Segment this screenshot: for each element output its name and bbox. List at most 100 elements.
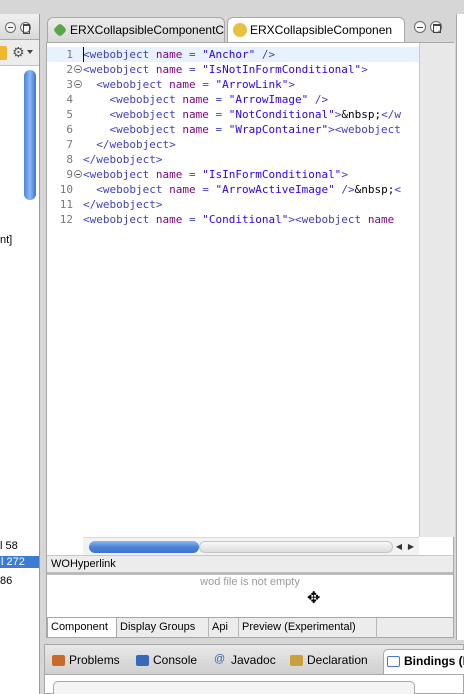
code-line[interactable]: 11 </webobject> — [47, 197, 419, 212]
code-line[interactable]: 2 <webobject name = "IsNotInFormCondition… — [47, 62, 419, 77]
line-number: 1 — [66, 48, 73, 61]
chevron-down-icon[interactable] — [27, 50, 33, 54]
tab-component[interactable]: Component — [47, 618, 117, 638]
code-line[interactable]: 8 </webobject> — [47, 152, 419, 167]
line-number: 11 — [59, 198, 73, 211]
left-fragment-text[interactable]: 86 — [0, 575, 12, 587]
maximize-icon[interactable] — [20, 22, 31, 34]
html-source-editor[interactable]: 1 <webobject name = "Anchor" /> 2 <webobjec… — [47, 43, 419, 537]
editor-tab-bar: ERXCollapsibleComponentC ERXCollapsibleC… — [44, 14, 456, 42]
line-number: 9 — [66, 168, 73, 181]
line-number: 5 — [66, 108, 73, 121]
editor-page-tabs: Component Display Groups Api Preview (Ex… — [47, 617, 453, 638]
left-fragment-text: nt] — [0, 234, 13, 246]
line-number: 8 — [66, 153, 73, 166]
code-line[interactable]: 4 <webobject name = "ArrowImage" /> — [47, 92, 419, 107]
tab-declaration[interactable]: Declaration — [287, 649, 379, 675]
selected-element-label: WOHyperlink — [47, 555, 453, 572]
line-number: 2 — [66, 63, 73, 76]
declaration-icon — [290, 655, 303, 666]
code-line[interactable]: 12 <webobject name = "Conditional"><webob… — [47, 212, 419, 227]
tab-label: Problems — [69, 653, 120, 667]
tab-label: Console — [153, 653, 198, 667]
scroll-right-icon[interactable]: ▶ — [405, 541, 417, 553]
warning-icon — [0, 46, 7, 60]
move-cursor-icon: ✥ — [307, 588, 321, 607]
line-number: 7 — [66, 138, 73, 151]
tab-bindings[interactable]: Bindings (E — [383, 649, 464, 675]
console-icon — [136, 655, 149, 666]
minimize-icon[interactable] — [414, 21, 426, 33]
code-text: <webobject name = "IsNotInFormConditiona… — [83, 63, 368, 76]
code-line[interactable]: 7 </webobject> — [47, 137, 419, 152]
code-text: </webobject> — [83, 198, 163, 211]
code-text: <webobject name = "WrapContainer"><webob… — [109, 123, 401, 136]
scroll-left-icon[interactable]: ◀ — [393, 541, 405, 553]
left-vertical-scrollbar[interactable] — [24, 70, 36, 200]
scroll-thumb[interactable] — [89, 541, 199, 553]
left-navigator-pane: ⚙ nt] l 58 l 272 86 — [0, 14, 40, 690]
tab-label: ERXCollapsibleComponentC — [70, 23, 225, 37]
code-line[interactable]: 1 <webobject name = "Anchor" /> — [47, 47, 419, 62]
fold-toggle-icon[interactable] — [74, 65, 82, 73]
scroll-track[interactable] — [199, 541, 393, 553]
wod-bindings-area[interactable]: wod file is not empty ✥ — [47, 575, 453, 617]
code-text: <webobject name = "IsInFormConditional"> — [83, 168, 348, 181]
text-cursor — [83, 47, 84, 62]
tab-label: Javadoc — [231, 653, 276, 667]
component-editor: 1 <webobject name = "Anchor" /> 2 <webobjec… — [46, 42, 455, 638]
bindings-table[interactable] — [53, 681, 415, 694]
code-line[interactable]: 10 <webobject name = "ArrowActiveImage" … — [47, 182, 419, 197]
line-number: 4 — [66, 93, 73, 106]
tab-label: Declaration — [307, 653, 368, 667]
code-line[interactable]: 9 <webobject name = "IsInFormConditional"… — [47, 167, 419, 182]
code-text: </webobject> — [83, 153, 163, 166]
minimize-icon[interactable] — [5, 22, 16, 33]
bottom-views-panel: Problems Console @ Javadoc Declaration B… — [44, 644, 464, 694]
code-line[interactable]: 6 <webobject name = "WrapContainer"><web… — [47, 122, 419, 137]
code-text: <webobject name = "Conditional"><webobje… — [83, 213, 395, 226]
problems-icon — [52, 655, 65, 666]
tab-erxcollapsiblecomponent-wod[interactable]: ERXCollapsibleComponentC — [47, 17, 225, 42]
code-text: <webobject name = "ArrowActiveImage" />&… — [96, 183, 401, 196]
line-number: 3 — [66, 78, 73, 91]
left-view-actions: ⚙ — [0, 40, 39, 66]
tab-console[interactable]: Console — [133, 649, 209, 675]
left-bottom-pane — [0, 644, 40, 694]
right-outline-pane — [456, 14, 464, 640]
component-icon — [233, 23, 247, 37]
tab-problems[interactable]: Problems — [49, 649, 129, 675]
fold-toggle-icon[interactable] — [74, 170, 82, 178]
code-text: </webobject> — [96, 138, 176, 151]
line-number: 12 — [59, 213, 73, 226]
editor-horizontal-scrollbar[interactable]: ◀ ▶ — [83, 537, 419, 555]
tab-label: ERXCollapsibleComponen — [250, 23, 393, 37]
line-number: 6 — [66, 123, 73, 136]
editor-window-controls — [410, 21, 456, 35]
code-line[interactable]: 5 <webobject name = "NotConditional">&nb… — [47, 107, 419, 122]
tab-display-groups[interactable]: Display Groups — [117, 618, 209, 638]
tab-api[interactable]: Api — [209, 618, 239, 638]
maximize-icon[interactable] — [430, 21, 442, 33]
code-line[interactable]: 3 <webobject name = "ArrowLink"> — [47, 77, 419, 92]
wod-status-message: wod file is not empty — [200, 576, 300, 588]
left-selected-row[interactable]: l 272 — [0, 556, 39, 568]
bindings-icon — [387, 656, 400, 667]
left-fragment-text[interactable]: l 58 — [0, 540, 18, 552]
tab-erxcollapsiblecomponent-html[interactable]: ERXCollapsibleComponen — [227, 17, 405, 42]
code-text: <webobject name = "Anchor" /> — [83, 48, 276, 61]
left-view-toolbar — [0, 14, 39, 40]
tab-preview[interactable]: Preview (Experimental) — [239, 618, 377, 638]
views-tab-bar: Problems Console @ Javadoc Declaration B… — [44, 644, 464, 675]
line-number: 10 — [59, 183, 73, 196]
code-text: <webobject name = "NotConditional">&nbsp… — [109, 108, 401, 121]
fold-toggle-icon[interactable] — [74, 80, 82, 88]
editor-vertical-scrollbar[interactable] — [419, 43, 455, 537]
gear-icon[interactable]: ⚙ — [12, 45, 25, 61]
code-text: <webobject name = "ArrowImage" /> — [109, 93, 329, 106]
javadoc-icon: @ — [214, 653, 226, 665]
bindings-view-body — [44, 674, 464, 694]
tab-label: Bindings (E — [404, 654, 464, 668]
code-text: <webobject name = "ArrowLink"> — [96, 78, 295, 91]
tab-javadoc[interactable]: @ Javadoc — [211, 649, 285, 675]
